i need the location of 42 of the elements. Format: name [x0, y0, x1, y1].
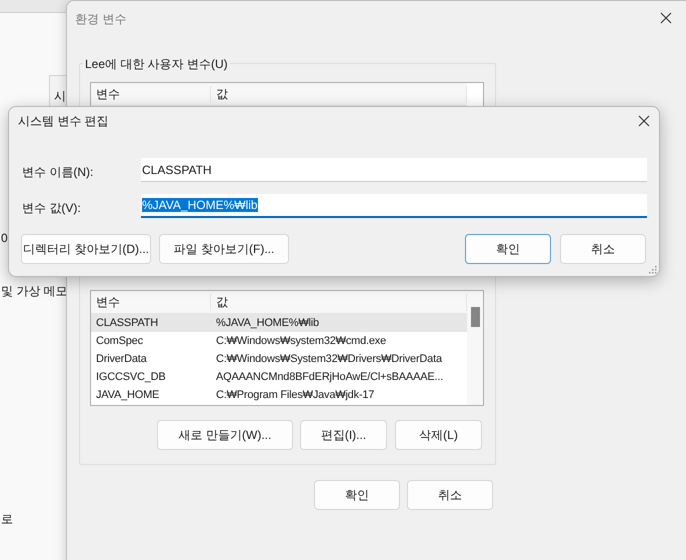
input-field[interactable]: CLASSPATH — [141, 158, 647, 182]
table-row[interactable]: DriverData C:₩Windows₩System32₩Drivers₩DriverData — [91, 350, 467, 368]
table-row[interactable]: IGCCSVC_DB AQAAANCMnd8BFdERjHoAwE/Cl+sBAAAAE... — [91, 368, 467, 386]
table-cell-text: C:₩Program Files₩Java₩jdk-17 — [215, 389, 376, 401]
scroll-thumb[interactable] — [471, 307, 480, 327]
table-cell-text: IGCCSVC_DB — [95, 371, 167, 383]
group-label: Lee에 대한 사용자 변수(U) — [83, 56, 230, 73]
resize-grip-icon[interactable] — [649, 266, 657, 274]
button[interactable]: 확인 — [314, 480, 400, 510]
column-header[interactable]: 변수 — [91, 294, 211, 310]
button[interactable]: 삭제(L) — [395, 420, 482, 450]
button[interactable]: 디렉터리 찾아보기(D)... — [21, 234, 151, 264]
label: 0 — [1, 231, 8, 245]
button[interactable]: 취소 — [407, 480, 493, 510]
table-cell-text: JAVA_HOME — [95, 389, 160, 401]
field-label: 변수 이름(N): — [22, 164, 94, 181]
button[interactable]: 확인 — [465, 234, 551, 264]
window-title: 환경 변수 — [75, 11, 126, 28]
button[interactable]: 편집(I)... — [300, 420, 387, 450]
column-header[interactable]: 변수 — [91, 86, 211, 102]
input-field[interactable]: %JAVA_HOME%₩lib — [141, 194, 647, 218]
table-cell-text: C:₩Windows₩System32₩Drivers₩DriverData — [215, 353, 444, 365]
table-cell-text: C:₩Windows₩system32₩cmd.exe — [215, 335, 388, 347]
table-cell-text: AQAAANCMnd8BFdERjHoAwE/Cl+sBAAAAE... — [215, 371, 444, 383]
table-row[interactable]: ComSpec C:₩Windows₩system32₩cmd.exe — [91, 332, 467, 350]
close-icon[interactable] — [638, 115, 650, 127]
label: 로 — [1, 511, 13, 528]
table-cell-text: CLASSPATH — [95, 317, 159, 329]
window-title: 시스템 변수 편집 — [18, 113, 109, 130]
column-header[interactable]: 값 — [211, 86, 467, 102]
scrollbar[interactable] — [467, 291, 483, 405]
button[interactable]: 파일 찾아보기(F)... — [159, 234, 289, 264]
button[interactable]: 새로 만들기(W)... — [157, 420, 293, 450]
table-row[interactable]: CLASSPATH %JAVA_HOME%₩lib — [91, 314, 467, 332]
close-icon[interactable] — [660, 12, 672, 24]
table-row[interactable]: JAVA_HOME C:₩Program Files₩Java₩jdk-17 — [91, 386, 467, 404]
table-cell-text: %JAVA_HOME%₩lib — [215, 317, 320, 329]
table-cell-text: ComSpec — [95, 335, 144, 347]
field-label: 변수 값(V): — [22, 200, 81, 217]
label: 및 가상 메모 — [1, 283, 68, 300]
table-cell-text: DriverData — [95, 353, 148, 365]
button[interactable]: 취소 — [560, 234, 646, 264]
